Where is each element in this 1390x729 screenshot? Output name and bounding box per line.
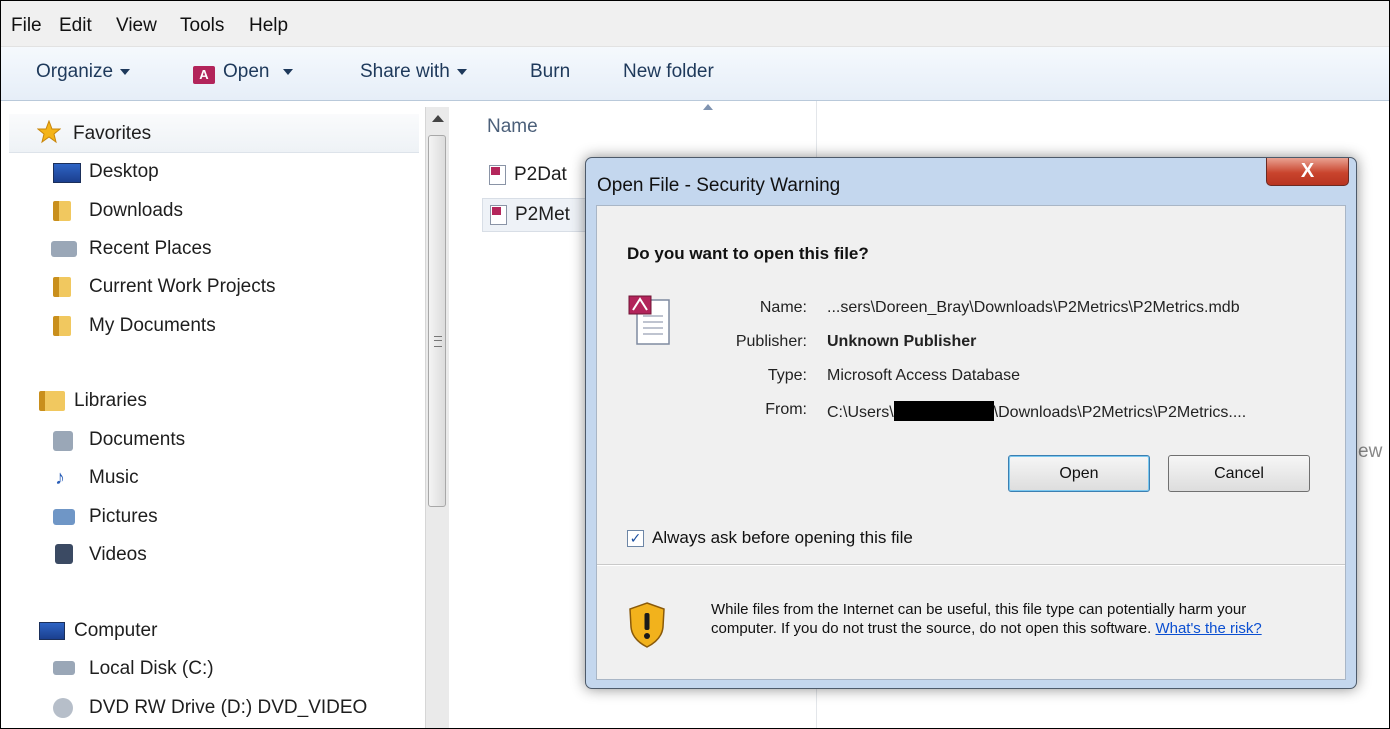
menu-edit[interactable]: Edit xyxy=(59,15,92,37)
recent-places-icon xyxy=(51,241,77,257)
warning-message: While files from the Internet can be use… xyxy=(711,600,1311,638)
folder-icon xyxy=(53,277,71,297)
sidebar-item-label: DVD RW Drive (D:) DVD_VIDEO xyxy=(89,697,368,718)
sidebar-item-label: Libraries xyxy=(74,390,147,411)
file-name: P2Dat xyxy=(514,164,567,185)
from-suffix: \Downloads\P2Metrics\P2Metrics.... xyxy=(993,404,1247,421)
local-disk-icon xyxy=(53,661,75,675)
whats-the-risk-link[interactable]: What's the risk? xyxy=(1155,620,1261,637)
file-name: P2Met xyxy=(515,204,570,225)
dialog-title: Open File - Security Warning xyxy=(597,175,841,196)
sidebar-item-label: Music xyxy=(89,467,139,488)
new-folder-button[interactable]: New folder xyxy=(623,61,714,83)
chevron-down-icon xyxy=(120,68,131,75)
share-label: Share with xyxy=(360,61,450,82)
organize-button[interactable]: Organize xyxy=(36,61,131,83)
music-icon: ♪ xyxy=(55,467,65,489)
sidebar-item-label: Downloads xyxy=(89,200,183,221)
name-column-header[interactable]: Name xyxy=(487,116,538,138)
always-ask-label[interactable]: Always ask before opening this file xyxy=(652,528,913,548)
favorites-header[interactable]: Favorites xyxy=(9,114,419,153)
access-file-icon xyxy=(490,205,507,225)
navigation-pane: Favorites Desktop Downloads Recent Place… xyxy=(1,101,431,728)
close-button[interactable]: X xyxy=(1266,158,1349,186)
warning-footer: While files from the Internet can be use… xyxy=(597,566,1345,679)
explorer-window: File Edit View Tools Help Organize A Open… xyxy=(0,0,1390,729)
open-button[interactable]: Open xyxy=(1008,455,1150,492)
access-database-icon xyxy=(628,295,670,345)
publisher-label: Publisher: xyxy=(735,333,807,350)
videos-icon xyxy=(55,544,73,564)
sidebar-item-label: Local Disk (C:) xyxy=(89,658,214,679)
redaction-bar xyxy=(893,401,994,421)
from-value: C:\Users\ \Downloads\P2Metrics\P2Metrics.… xyxy=(827,401,1246,422)
type-label: Type: xyxy=(767,367,807,384)
sidebar-item-label: Videos xyxy=(89,544,147,565)
menu-bar: File Edit View Tools Help xyxy=(1,1,1389,47)
burn-button[interactable]: Burn xyxy=(530,61,570,83)
security-warning-dialog: Open File - Security Warning X Do you wa… xyxy=(585,157,1357,689)
open-label: Open xyxy=(223,61,270,82)
sidebar-item-label: Pictures xyxy=(89,506,158,527)
favorites-label: Favorites xyxy=(73,123,152,144)
sidebar-item-label: Computer xyxy=(74,620,158,641)
command-toolbar: Organize A Open Share with Burn New folde… xyxy=(1,47,1389,101)
from-label: From: xyxy=(765,401,807,418)
menu-help[interactable]: Help xyxy=(249,15,288,37)
cancel-button[interactable]: Cancel xyxy=(1168,455,1310,492)
sidebar-item-label: Desktop xyxy=(89,161,159,182)
nav-scrollbar[interactable] xyxy=(425,107,449,728)
sidebar-item-label: My Documents xyxy=(89,315,216,336)
partial-column-text: ew xyxy=(1358,441,1383,462)
name-value: ...sers\Doreen_Bray\Downloads\P2Metrics\… xyxy=(827,299,1240,316)
desktop-icon xyxy=(53,163,81,183)
computer-icon xyxy=(39,622,65,640)
documents-icon xyxy=(53,431,73,451)
menu-view[interactable]: View xyxy=(116,15,157,37)
grip-icon xyxy=(434,336,442,347)
publisher-value: Unknown Publisher xyxy=(827,333,977,350)
sidebar-item-label: Recent Places xyxy=(89,238,212,259)
star-icon xyxy=(37,120,61,144)
libraries-icon xyxy=(39,391,65,411)
scroll-up-arrow-icon[interactable] xyxy=(432,115,444,122)
warning-shield-icon xyxy=(629,602,665,648)
open-button[interactable]: A Open xyxy=(193,61,294,84)
pictures-icon xyxy=(53,509,75,525)
sort-ascending-icon xyxy=(703,104,713,110)
chevron-down-icon xyxy=(456,68,467,75)
scrollbar-thumb[interactable] xyxy=(428,135,446,507)
from-prefix: C:\Users\ xyxy=(827,404,894,421)
folder-icon xyxy=(53,316,71,336)
access-icon: A xyxy=(193,66,215,84)
access-file-icon xyxy=(489,165,506,185)
type-value: Microsoft Access Database xyxy=(827,367,1020,384)
sidebar-item-label: Documents xyxy=(89,429,186,450)
menu-tools[interactable]: Tools xyxy=(180,15,224,37)
dialog-question: Do you want to open this file? xyxy=(627,244,869,263)
downloads-folder-icon xyxy=(53,201,71,221)
always-ask-checkbox[interactable]: ✓ xyxy=(627,530,644,547)
dialog-content: Do you want to open this file? Name: ...… xyxy=(596,205,1346,680)
menu-file[interactable]: File xyxy=(11,15,42,37)
name-label: Name: xyxy=(759,299,807,316)
sidebar-item-label: Current Work Projects xyxy=(89,276,276,297)
share-with-button[interactable]: Share with xyxy=(360,61,467,83)
chevron-down-icon xyxy=(283,68,294,75)
dvd-drive-icon xyxy=(53,698,73,718)
organize-label: Organize xyxy=(36,61,114,82)
